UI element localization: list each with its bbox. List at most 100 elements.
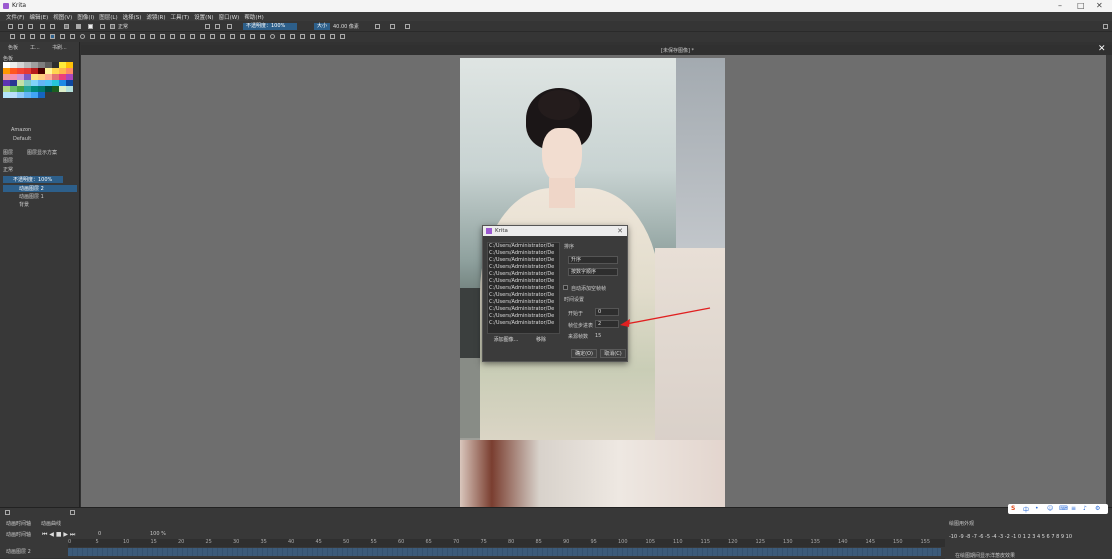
color-swatch[interactable] — [31, 92, 38, 98]
order-by-select[interactable]: 按数字顺序 — [568, 268, 618, 276]
color-swatch[interactable] — [17, 92, 24, 98]
tab-palette[interactable]: 色板 — [8, 44, 18, 51]
zoom-tool-icon[interactable] — [330, 34, 335, 39]
menu-file[interactable]: 文件(F) — [6, 13, 24, 21]
layer-row-anim2[interactable]: 动画图层 2 — [3, 185, 77, 192]
menu-select[interactable]: 选择(S) — [123, 13, 142, 21]
timeline-layer-row[interactable]: 动画图层 2 — [6, 548, 31, 555]
mirror-horizontal-icon[interactable] — [375, 24, 380, 29]
menu-view[interactable]: 视图(V) — [53, 13, 72, 21]
freehand-select-icon[interactable] — [290, 34, 295, 39]
save-icon[interactable] — [28, 24, 33, 29]
crop-tool-icon[interactable] — [170, 34, 175, 39]
freehand-brush-icon[interactable] — [50, 34, 55, 39]
menu-image[interactable]: 图像(I) — [77, 13, 94, 21]
layer-row-anim1[interactable]: 动画图层 1 — [3, 193, 77, 200]
contiguous-select-icon[interactable] — [300, 34, 305, 39]
color-swatch[interactable] — [59, 86, 66, 92]
rectangle-tool-icon[interactable] — [70, 34, 75, 39]
colorize-mask-icon[interactable] — [200, 34, 205, 39]
transform-tool-icon[interactable] — [150, 34, 155, 39]
file-list[interactable]: C:/Users/Administrator/De C:/Users/Admini… — [487, 242, 560, 334]
undo-icon[interactable] — [40, 24, 45, 29]
start-spinbox[interactable]: 0 — [595, 308, 619, 316]
ok-button[interactable]: 确定(O) — [571, 349, 597, 358]
brush-settings-icon[interactable] — [100, 24, 105, 29]
mirror-vertical-icon[interactable] — [390, 24, 395, 29]
menu-settings[interactable]: 设置(N) — [194, 13, 213, 21]
frame-track[interactable] — [68, 548, 941, 556]
tab-brushes[interactable]: 书刷... — [52, 44, 67, 51]
edit-shapes-icon[interactable] — [30, 34, 35, 39]
assistant-tool-icon[interactable] — [230, 34, 235, 39]
eraser-icon[interactable] — [205, 24, 210, 29]
alpha-lock-icon[interactable] — [215, 24, 220, 29]
file-list-item[interactable]: C:/Users/Administrator/De — [488, 264, 559, 271]
size-slider[interactable]: 大小 — [314, 23, 330, 30]
select-shapes-icon[interactable] — [10, 34, 15, 39]
pan-tool-icon[interactable] — [340, 34, 345, 39]
polygon-select-icon[interactable] — [280, 34, 285, 39]
fill-tool-icon[interactable] — [220, 34, 225, 39]
color-swatch[interactable] — [45, 86, 52, 92]
file-list-item[interactable]: C:/Users/Administrator/De — [488, 271, 559, 278]
measure-tool-icon[interactable] — [240, 34, 245, 39]
file-list-item[interactable]: C:/Users/Administrator/De — [488, 257, 559, 264]
text-tool-icon[interactable] — [20, 34, 25, 39]
cancel-button[interactable]: 取消(C) — [600, 349, 626, 358]
vertical-scrollbar[interactable] — [1106, 55, 1112, 507]
wrap-around-icon[interactable] — [405, 24, 410, 29]
new-document-icon[interactable] — [8, 24, 13, 29]
bezier-tool-icon[interactable] — [110, 34, 115, 39]
pattern-icon[interactable] — [76, 24, 81, 29]
reference-tool-icon[interactable] — [250, 34, 255, 39]
color-picker-icon[interactable] — [190, 34, 195, 39]
color-swatch[interactable] — [3, 92, 10, 98]
gradient-icon[interactable] — [64, 24, 69, 29]
layer-opacity-slider[interactable]: 不透明度：100% — [3, 176, 63, 183]
layer-blend-mode[interactable]: 正常 — [3, 166, 77, 173]
ellipse-select-icon[interactable] — [270, 34, 275, 39]
file-list-item[interactable]: C:/Users/Administrator/De — [488, 320, 559, 327]
file-list-item[interactable]: C:/Users/Administrator/De — [488, 292, 559, 299]
blend-mode-select[interactable]: 正常 — [118, 23, 128, 30]
multibrush-icon[interactable] — [140, 34, 145, 39]
reload-preset-icon[interactable] — [227, 24, 232, 29]
gradient-tool-icon[interactable] — [180, 34, 185, 39]
onion-skin-frames[interactable]: -10 -9 -8 -7 -6 -5 -4 -3 -2 -1 0 1 2 3 4… — [949, 534, 1072, 540]
toggle-docker-icon[interactable] — [1103, 24, 1108, 29]
close-document-icon[interactable]: ✕ — [1098, 44, 1106, 54]
ime-item[interactable]: 中 — [1023, 505, 1029, 514]
dynamic-brush-icon[interactable] — [130, 34, 135, 39]
add-images-button[interactable]: 添加图像... — [488, 336, 524, 345]
polygon-tool-icon[interactable] — [90, 34, 95, 39]
delete-layer-icon[interactable] — [70, 510, 75, 515]
minimize-button[interactable]: – — [1058, 1, 1062, 10]
ime-item[interactable]: ♪ — [1083, 505, 1087, 512]
size-value[interactable]: 40.00 像素 — [333, 23, 359, 30]
close-window-button[interactable]: ✕ — [1096, 1, 1103, 10]
color-swatch[interactable] — [66, 86, 73, 92]
dialog-close-icon[interactable]: ✕ — [617, 226, 623, 236]
menu-layer[interactable]: 图层(L) — [99, 13, 117, 21]
line-tool-icon[interactable] — [60, 34, 65, 39]
zoom-value[interactable]: 100 % — [150, 531, 166, 537]
ime-item[interactable]: ☺ — [1047, 505, 1053, 512]
timeline-tab-2[interactable]: 动画曲线 — [41, 520, 61, 527]
freehand-path-icon[interactable] — [120, 34, 125, 39]
preset-name[interactable]: Default — [3, 136, 77, 143]
move-tool-icon[interactable] — [160, 34, 165, 39]
bezier-select-icon[interactable] — [320, 34, 325, 39]
menu-window[interactable]: 窗口(W) — [219, 13, 240, 21]
current-frame[interactable]: 0 — [98, 531, 101, 537]
layer-row-background[interactable]: 背景 — [3, 201, 77, 208]
menu-tools[interactable]: 工具(T) — [171, 13, 190, 21]
ellipse-tool-icon[interactable] — [80, 34, 85, 39]
playback-controls[interactable]: ⏮ ◀ ■ ▶ ⏭ — [42, 531, 75, 539]
color-swatch[interactable] — [10, 92, 17, 98]
file-list-item[interactable]: C:/Users/Administrator/De — [488, 313, 559, 320]
palette-name[interactable]: Amazon — [3, 127, 77, 134]
opacity-slider[interactable]: 不透明度：100% — [243, 23, 297, 30]
redo-icon[interactable] — [50, 24, 55, 29]
timeline-tab-1[interactable]: 动画时间轴 — [6, 520, 31, 527]
